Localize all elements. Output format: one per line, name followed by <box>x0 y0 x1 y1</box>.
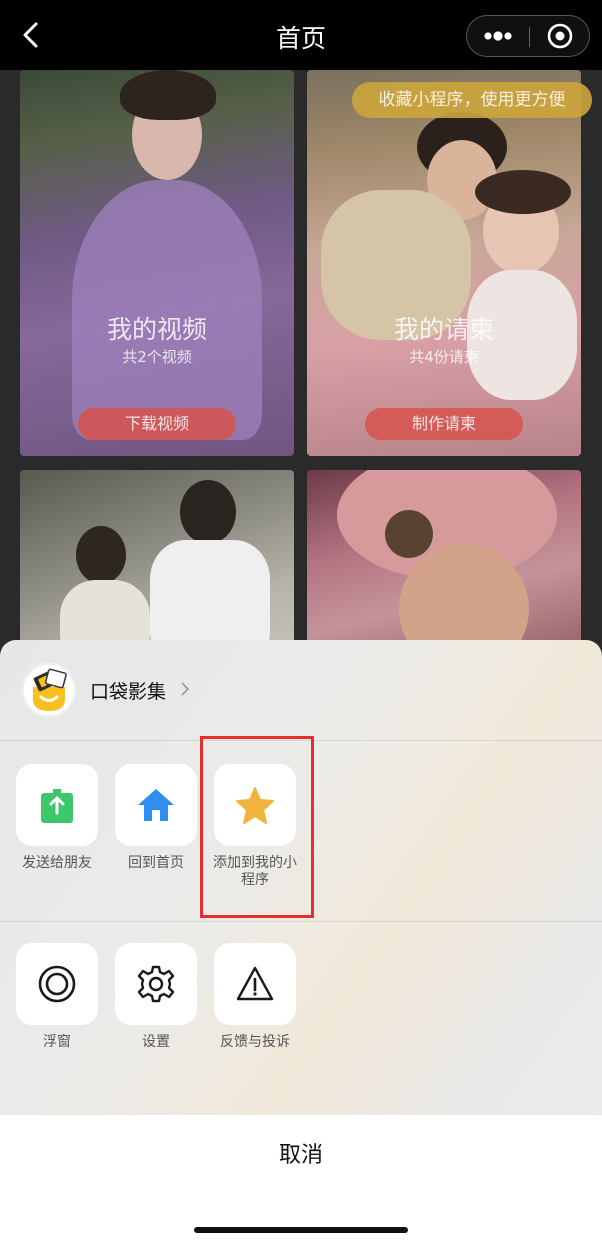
app-name: 口袋影集 <box>90 681 167 703</box>
feedback-tile <box>214 943 296 1025</box>
video-card-title: 我的视频 <box>106 315 207 344</box>
photo-card-couple[interactable] <box>20 470 294 650</box>
settings-label: 设置 <box>142 1034 170 1050</box>
share-tile <box>16 764 98 846</box>
floating-window-icon <box>38 965 76 1003</box>
feedback-label: 反馈与投诉 <box>220 1034 290 1050</box>
video-card-subtitle: 共2个视频 <box>122 348 192 366</box>
settings-gear-icon <box>137 965 175 1003</box>
home-tile <box>115 764 197 846</box>
favorite-tip: 收藏小程序，使用更方便 <box>352 82 592 118</box>
create-invitation-button[interactable]: 制作请柬 <box>365 408 523 440</box>
photo-brooch <box>385 510 433 558</box>
highlight-box <box>200 736 314 918</box>
cancel-bar: 取消 <box>0 1115 602 1248</box>
home-indicator[interactable] <box>194 1227 408 1233</box>
content-area: 我的视频 共2个视频 下载视频 我的请柬 共4份请柬 制作请柬 收藏小程序，使用… <box>0 70 602 650</box>
navigation-bar: 首页 <box>0 0 602 70</box>
floating-window-button[interactable]: 浮窗 <box>16 943 98 1051</box>
warning-icon <box>236 966 274 1001</box>
invitation-card-subtitle: 共4份请柬 <box>409 348 479 366</box>
invitation-card-title: 我的请柬 <box>393 315 494 344</box>
photo-hair <box>120 70 216 120</box>
settings-tile <box>115 943 197 1025</box>
share-label: 发送给朋友 <box>22 855 92 871</box>
share-to-friend-button[interactable]: 发送给朋友 <box>16 764 98 872</box>
chevron-right-icon <box>180 681 190 697</box>
sheet-header[interactable]: 口袋影集 <box>0 640 602 740</box>
floating-window-tile <box>16 943 98 1025</box>
video-card[interactable]: 我的视频 共2个视频 下载视频 <box>20 70 294 456</box>
feedback-complaint-button[interactable]: 反馈与投诉 <box>214 943 296 1051</box>
divider-2 <box>0 921 602 922</box>
home-icon <box>138 789 174 821</box>
cancel-button[interactable]: 取消 <box>0 1137 602 1169</box>
share-icon <box>41 789 73 823</box>
settings-button[interactable]: 设置 <box>115 943 197 1051</box>
photo-bride-hair <box>475 170 571 214</box>
floating-window-label: 浮窗 <box>43 1034 71 1050</box>
capsule-menu <box>466 15 590 57</box>
invitation-card[interactable]: 我的请柬 共4份请柬 制作请柬 <box>307 70 581 456</box>
photo-card-portrait[interactable] <box>307 470 581 650</box>
more-icon[interactable] <box>467 16 529 56</box>
back-to-home-button[interactable]: 回到首页 <box>115 764 197 872</box>
download-video-button[interactable]: 下载视频 <box>78 408 236 440</box>
photo-boy-head <box>180 480 236 544</box>
photo-boy-body <box>150 540 270 650</box>
home-label: 回到首页 <box>128 855 184 871</box>
app-logo-icon <box>22 663 76 717</box>
photo-girl-head <box>76 526 126 584</box>
close-miniprogram-icon[interactable] <box>530 16 590 56</box>
